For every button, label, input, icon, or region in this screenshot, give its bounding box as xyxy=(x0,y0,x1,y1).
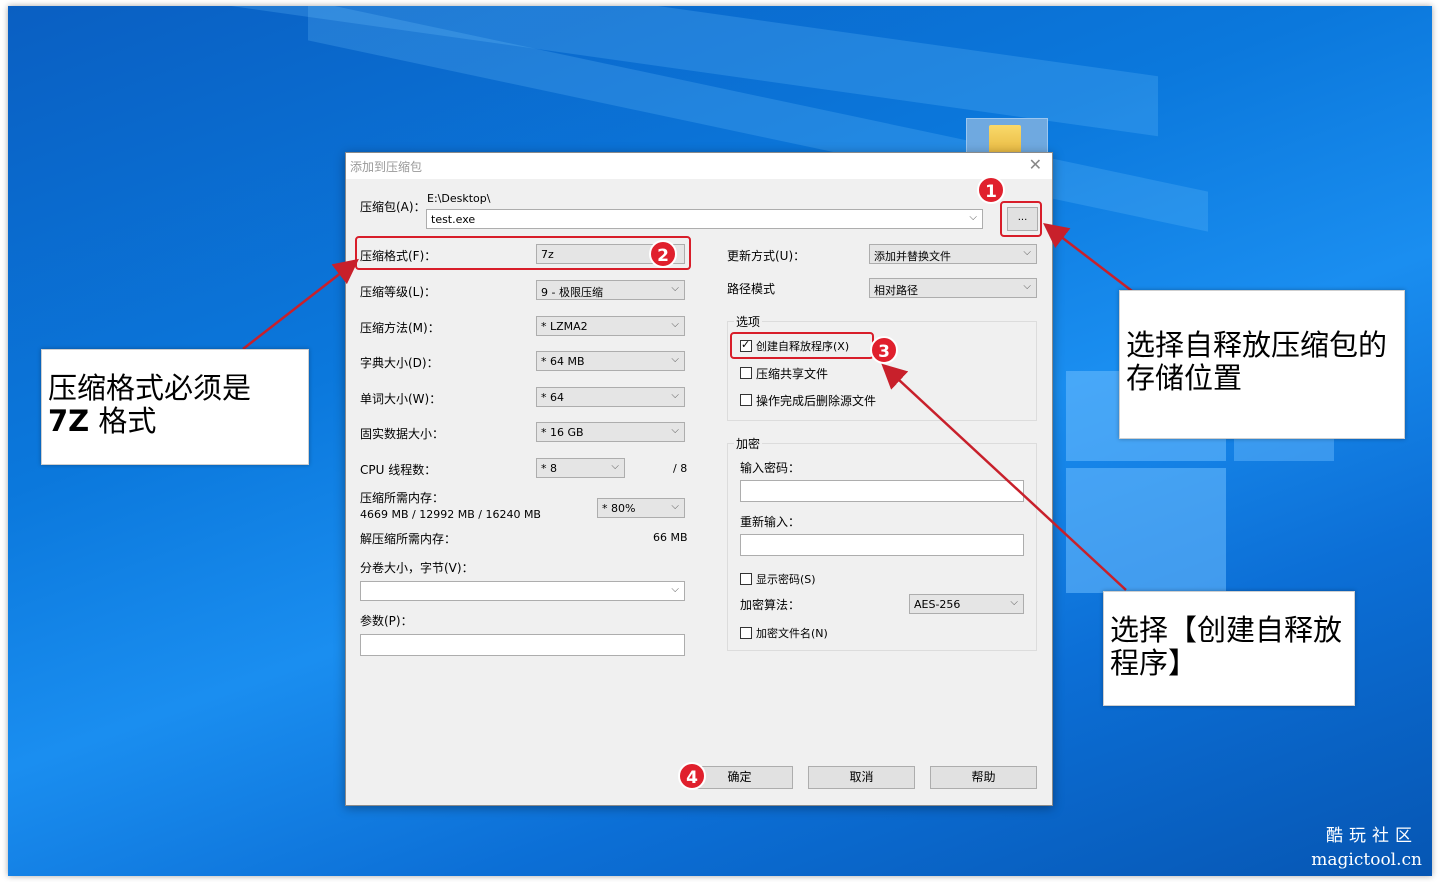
repassword-input[interactable] xyxy=(740,534,1024,556)
encryption-title: 加密 xyxy=(734,435,763,452)
step-badge-1: 1 xyxy=(977,176,1005,204)
sfx-highlight-box xyxy=(730,332,874,359)
path-mode-value: 相对路径 xyxy=(874,284,918,297)
close-icon[interactable]: ✕ xyxy=(1029,155,1042,174)
method-label: 压缩方法(M)： xyxy=(360,321,440,335)
encrypt-names-label[interactable]: 加密文件名(N) xyxy=(756,625,828,641)
chevron-down-icon xyxy=(671,354,679,365)
chevron-down-icon[interactable] xyxy=(969,212,977,223)
dict-select[interactable]: * 64 MB xyxy=(536,351,685,371)
algorithm-value: AES-256 xyxy=(914,598,961,611)
chevron-down-icon xyxy=(671,283,679,294)
solid-value: * 16 GB xyxy=(541,426,584,439)
callout-format-suffix: 格式 xyxy=(89,404,157,438)
word-select[interactable]: * 64 xyxy=(536,387,685,407)
chevron-down-icon xyxy=(671,390,679,401)
chevron-down-icon xyxy=(671,319,679,330)
callout-format: 压缩格式必须是 7Z 格式 xyxy=(41,349,309,465)
chevron-down-icon xyxy=(611,461,619,472)
callout-format-line2: 7Z 格式 xyxy=(48,405,302,438)
dict-value: * 64 MB xyxy=(541,355,585,368)
level-value: 9 - 极限压缩 xyxy=(541,286,603,299)
callout-sfx: 选择【创建自释放程序】 xyxy=(1103,591,1355,706)
dialog-titlebar[interactable]: 添加到压缩包 ✕ xyxy=(346,153,1052,179)
update-label: 更新方式(U)： xyxy=(727,249,806,263)
password-input[interactable] xyxy=(740,480,1024,502)
mem-percent-select[interactable]: * 80% xyxy=(597,498,685,518)
solid-label: 固实数据大小： xyxy=(360,427,445,441)
delete-source-checkbox[interactable] xyxy=(740,394,752,406)
callout-format-line1: 压缩格式必须是 xyxy=(48,371,252,405)
mem-label: 压缩所需内存： xyxy=(360,491,445,505)
options-title: 选项 xyxy=(734,313,763,330)
volume-input[interactable] xyxy=(360,581,685,601)
watermark-site-name: 酷玩社区 xyxy=(1326,826,1418,846)
step-badge-3: 3 xyxy=(870,336,898,364)
help-button[interactable]: 帮助 xyxy=(930,766,1037,789)
method-value: * LZMA2 xyxy=(541,320,588,333)
threads-max: / 8 xyxy=(673,462,688,475)
password-label: 输入密码： xyxy=(740,461,801,475)
archive-name-input[interactable]: test.exe xyxy=(426,209,983,229)
params-input[interactable] xyxy=(360,634,685,656)
threads-value: * 8 xyxy=(541,462,557,475)
threads-label: CPU 线程数： xyxy=(360,463,437,477)
algorithm-select[interactable]: AES-256 xyxy=(909,594,1024,614)
level-select[interactable]: 9 - 极限压缩 xyxy=(536,280,685,300)
step-badge-2: 2 xyxy=(649,240,677,268)
callout-format-7z: 7Z xyxy=(48,404,90,438)
word-label: 单词大小(W)： xyxy=(360,392,442,406)
repassword-label: 重新输入： xyxy=(740,515,801,529)
archive-path: E:\Desktop\ xyxy=(427,192,491,205)
chevron-down-icon xyxy=(1023,281,1031,292)
dmem-value: 66 MB xyxy=(653,531,688,544)
solid-select[interactable]: * 16 GB xyxy=(536,422,685,442)
delete-source-label[interactable]: 操作完成后删除源文件 xyxy=(756,392,876,409)
dmem-label: 解压缩所需内存： xyxy=(360,532,457,546)
watermark-url: magictool.cn xyxy=(1311,850,1422,870)
path-mode-label: 路径模式 xyxy=(727,282,776,296)
show-password-label[interactable]: 显示密码(S) xyxy=(756,571,816,587)
callout-location: 选择自释放压缩包的存储位置 xyxy=(1119,290,1405,439)
step-badge-4: 4 xyxy=(678,762,706,790)
path-mode-select[interactable]: 相对路径 xyxy=(869,278,1037,298)
chevron-down-icon[interactable] xyxy=(671,584,679,595)
dialog-title: 添加到压缩包 xyxy=(350,160,423,174)
volume-label: 分卷大小，字节(V)： xyxy=(360,561,474,575)
browse-highlight-box xyxy=(1000,201,1042,237)
show-password-checkbox[interactable] xyxy=(740,573,752,585)
update-value: 添加并替换文件 xyxy=(874,250,951,263)
update-select[interactable]: 添加并替换文件 xyxy=(869,244,1037,264)
encrypt-names-checkbox[interactable] xyxy=(740,627,752,639)
chevron-down-icon xyxy=(671,425,679,436)
windows-logo-pane xyxy=(1066,468,1226,593)
method-select[interactable]: * LZMA2 xyxy=(536,316,685,336)
chevron-down-icon xyxy=(1023,247,1031,258)
archive-label: 压缩包(A)： xyxy=(360,200,426,214)
dict-label: 字典大小(D)： xyxy=(360,356,439,370)
word-value: * 64 xyxy=(541,391,564,404)
level-label: 压缩等级(L)： xyxy=(360,285,437,299)
mem-value: 4669 MB / 12992 MB / 16240 MB xyxy=(360,508,541,521)
cancel-button[interactable]: 取消 xyxy=(808,766,915,789)
chevron-down-icon xyxy=(1010,597,1018,608)
chevron-down-icon xyxy=(671,501,679,512)
threads-select[interactable]: * 8 xyxy=(536,458,625,478)
shared-checkbox[interactable] xyxy=(740,367,752,379)
params-label: 参数(P)： xyxy=(360,614,413,628)
algorithm-label: 加密算法： xyxy=(740,598,801,612)
mem-percent-value: * 80% xyxy=(602,502,636,515)
format-highlight-box xyxy=(355,236,691,270)
shared-label[interactable]: 压缩共享文件 xyxy=(756,365,828,382)
archive-name-value: test.exe xyxy=(431,213,476,226)
